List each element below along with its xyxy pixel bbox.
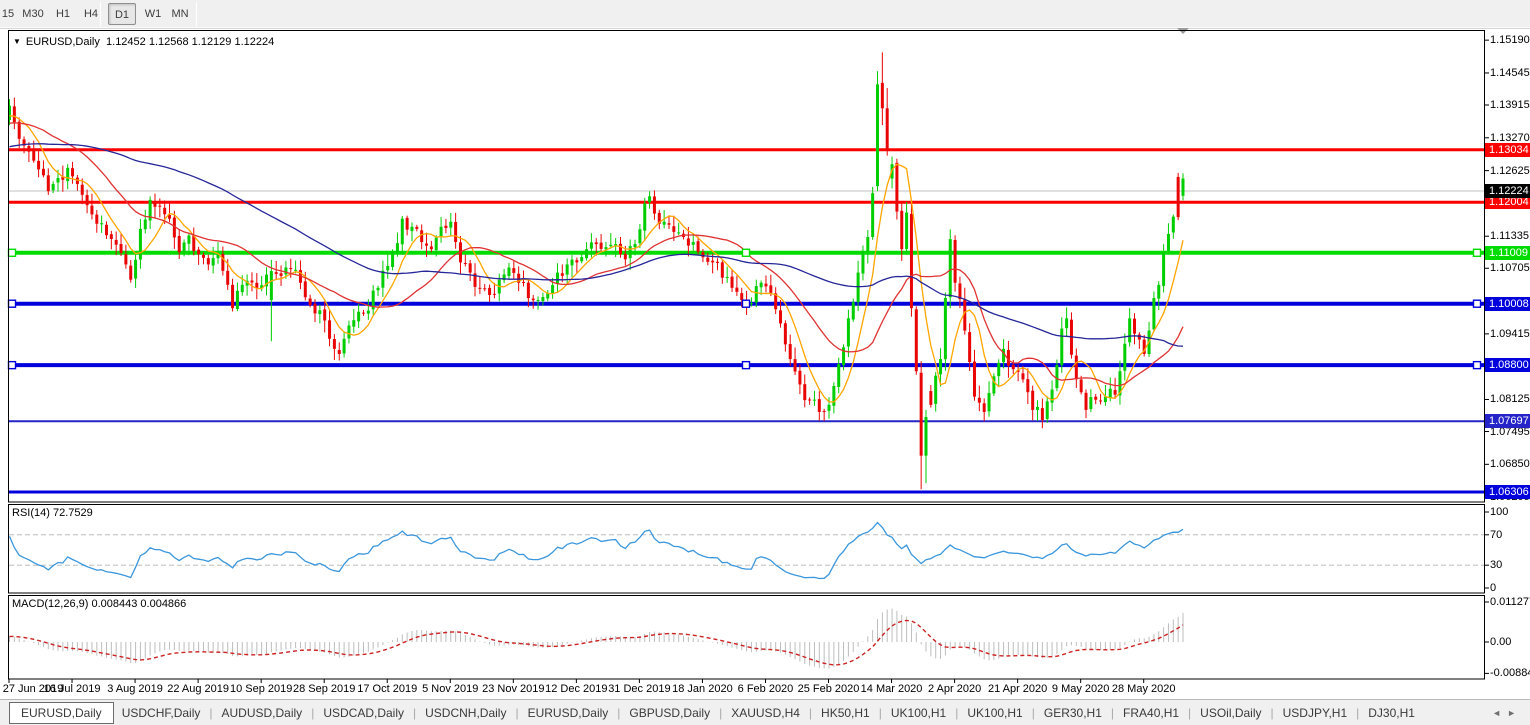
date-label: 23 Nov 2019 bbox=[481, 683, 545, 695]
price-tick: 1.10705 bbox=[1490, 262, 1530, 275]
rsi-tick: 100 bbox=[1490, 506, 1508, 519]
date-label: 3 Aug 2019 bbox=[103, 683, 167, 695]
tab-ger30-h1[interactable]: GER30,H1 bbox=[1036, 703, 1110, 723]
rsi-panel-border bbox=[9, 505, 1485, 594]
price-badge-1.10008: 1.10008 bbox=[1485, 297, 1530, 311]
date-label: 22 Aug 2019 bbox=[166, 683, 230, 695]
tab-fra40-h1[interactable]: FRA40,H1 bbox=[1115, 703, 1187, 723]
line-handle[interactable] bbox=[743, 249, 750, 256]
main-chart-canvas[interactable] bbox=[0, 0, 1530, 725]
line-handle[interactable] bbox=[9, 249, 16, 256]
date-label: 21 Apr 2020 bbox=[986, 683, 1050, 695]
rsi-tick: 30 bbox=[1490, 559, 1502, 572]
rsi-panel[interactable] bbox=[9, 523, 1484, 579]
price-tick: 1.12625 bbox=[1490, 165, 1530, 178]
price-tick: 1.13915 bbox=[1490, 99, 1530, 112]
price-tick: 1.14545 bbox=[1490, 67, 1530, 80]
price-badge-1.07697: 1.07697 bbox=[1485, 414, 1530, 428]
macd-tick: 0.011277 bbox=[1490, 596, 1530, 609]
date-label: 14 Mar 2020 bbox=[860, 683, 924, 695]
line-handle[interactable] bbox=[1474, 249, 1481, 256]
price-tick: 1.06850 bbox=[1490, 458, 1530, 471]
price-badge-1.13034: 1.13034 bbox=[1485, 143, 1530, 157]
date-label: 2 Apr 2020 bbox=[923, 683, 987, 695]
macd-label: MACD(12,26,9) 0.008443 0.004866 bbox=[12, 598, 186, 610]
line-handle[interactable] bbox=[9, 362, 16, 369]
price-tick: 1.09415 bbox=[1490, 328, 1530, 341]
tab-usoil-daily[interactable]: USOil,Daily bbox=[1192, 703, 1269, 723]
macd-panel[interactable] bbox=[10, 609, 1184, 669]
tab-dj30-h1[interactable]: DJ30,H1 bbox=[1360, 703, 1423, 723]
macd-tick: -0.008845 bbox=[1490, 667, 1530, 680]
tab-scroll-arrows: ◄► bbox=[1492, 708, 1522, 718]
macd-tick: 0.00 bbox=[1490, 636, 1511, 649]
tab-eurusd-daily[interactable]: EURUSD,Daily bbox=[9, 702, 114, 724]
tab-hk50-h1[interactable]: HK50,H1 bbox=[813, 703, 878, 723]
rsi-tick: 70 bbox=[1490, 529, 1502, 542]
date-label: 17 Oct 2019 bbox=[355, 683, 419, 695]
line-handle[interactable] bbox=[1474, 362, 1481, 369]
price-tick: 1.15190 bbox=[1490, 34, 1530, 47]
line-handle[interactable] bbox=[743, 362, 750, 369]
price-panel[interactable] bbox=[8, 52, 1484, 492]
line-handle[interactable] bbox=[9, 300, 16, 307]
date-label: 25 Feb 2020 bbox=[797, 683, 861, 695]
chart-ohlc-quote: 1.12452 1.12568 1.12129 1.12224 bbox=[106, 36, 274, 48]
rsi-tick: 0 bbox=[1490, 582, 1496, 595]
collapse-triangle-icon[interactable]: ▼ bbox=[13, 37, 21, 46]
macd-panel-border bbox=[9, 596, 1485, 680]
date-label: 18 Jan 2020 bbox=[670, 683, 734, 695]
date-label: 10 Sep 2019 bbox=[229, 683, 293, 695]
line-handle[interactable] bbox=[1474, 300, 1481, 307]
tab-usdcnh-daily[interactable]: USDCNH,Daily bbox=[417, 703, 514, 723]
price-badge-1.11009: 1.11009 bbox=[1485, 246, 1530, 260]
tab-uk100-h1[interactable]: UK100,H1 bbox=[959, 703, 1030, 723]
tab-xauusd-h4[interactable]: XAUUSD,H4 bbox=[723, 703, 808, 723]
line-handle[interactable] bbox=[743, 300, 750, 307]
rsi-label: RSI(14) 72.7529 bbox=[12, 507, 93, 519]
current-price-badge: 1.12224 bbox=[1485, 184, 1530, 198]
date-label: 31 Dec 2019 bbox=[607, 683, 671, 695]
tab-usdcad-daily[interactable]: USDCAD,Daily bbox=[315, 703, 412, 723]
tab-eurusd-daily[interactable]: EURUSD,Daily bbox=[520, 703, 617, 723]
date-label: 5 Nov 2019 bbox=[418, 683, 482, 695]
price-tick: 1.11335 bbox=[1490, 230, 1529, 243]
tab-audusd-daily[interactable]: AUDUSD,Daily bbox=[214, 703, 311, 723]
date-label: 6 Feb 2020 bbox=[733, 683, 797, 695]
price-tick: 1.08125 bbox=[1490, 393, 1530, 406]
price-badge-1.06306: 1.06306 bbox=[1485, 485, 1530, 499]
tab-gbpusd-daily[interactable]: GBPUSD,Daily bbox=[621, 703, 718, 723]
date-label: 12 Dec 2019 bbox=[544, 683, 608, 695]
tab-usdjpy-h1[interactable]: USDJPY,H1 bbox=[1275, 703, 1355, 723]
chart-title: ▼ EURUSD,Daily 1.12452 1.12568 1.12129 1.… bbox=[13, 36, 274, 48]
chart-symbol-label: EURUSD,Daily bbox=[26, 36, 100, 48]
date-label: 9 May 2020 bbox=[1049, 683, 1113, 695]
date-label: 28 May 2020 bbox=[1112, 683, 1176, 695]
date-label: 16 Jul 2019 bbox=[40, 683, 104, 695]
tab-usdchf-daily[interactable]: USDCHF,Daily bbox=[114, 703, 209, 723]
chart-tab-bar: EURUSD,DailyUSDCHF,Daily|AUDUSD,Daily|US… bbox=[0, 699, 1530, 725]
tab-scroll-right-icon[interactable]: ► bbox=[1507, 708, 1522, 718]
price-badge-1.08800: 1.08800 bbox=[1485, 358, 1530, 372]
tab-uk100-h1[interactable]: UK100,H1 bbox=[883, 703, 954, 723]
date-label: 28 Sep 2019 bbox=[292, 683, 356, 695]
tab-scroll-left-icon[interactable]: ◄ bbox=[1492, 708, 1507, 718]
